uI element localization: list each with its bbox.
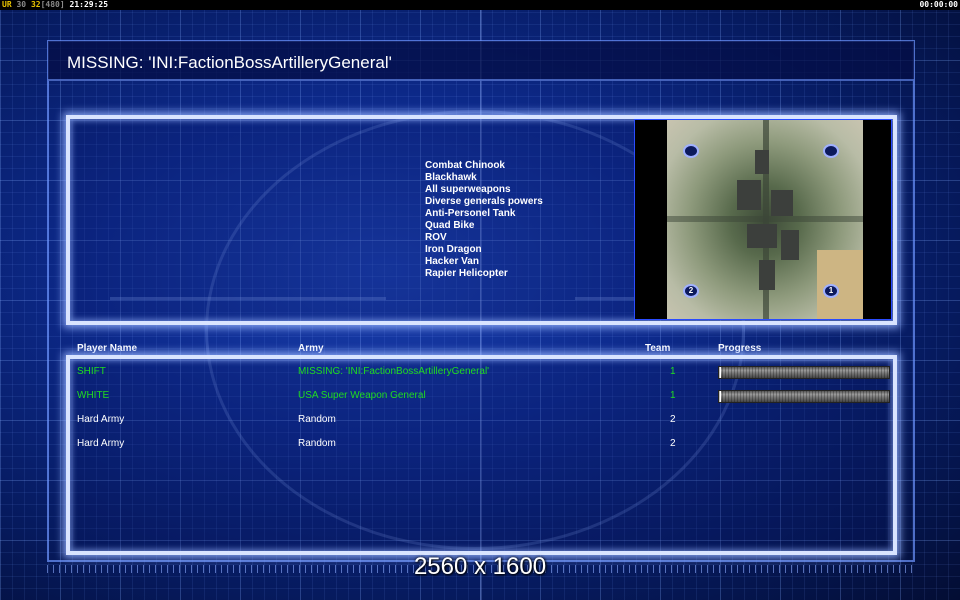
player-name: WHITE [77,390,110,401]
unit-item: ROV [425,232,447,243]
unit-item: Rapier Helicopter [425,268,508,279]
header-progress: Progress [718,343,762,354]
resolution-label: 2560 x 1600 [413,553,547,580]
table-row: WHITE USA Super Weapon General 1 [0,390,960,404]
map-building [759,260,775,290]
player-army: Random [298,438,336,449]
player-team: 1 [670,366,676,377]
unit-item: Iron Dragon [425,244,482,255]
player-army: USA Super Weapon General [298,390,426,401]
map-sand [817,250,863,319]
map-building [747,224,777,248]
status-bar: UR 30 32[480] 21:29:25 00:00:00 [0,0,960,10]
unit-item: Blackhawk [425,172,477,183]
status-bar-left: UR 30 32[480] 21:29:25 [2,0,108,10]
map-building [781,230,799,260]
player-table-panel [66,355,897,555]
player-name: Hard Army [77,438,125,449]
player-army: MISSING: 'INI:FactionBossArtilleryGenera… [298,366,490,377]
unit-item: Diverse generals powers [425,196,543,207]
map-building [771,190,793,216]
unit-item: Hacker Van [425,256,479,267]
table-row: SHIFT MISSING: 'INI:FactionBossArtillery… [0,366,960,380]
page-title: MISSING: 'INI:FactionBossArtilleryGenera… [67,53,392,72]
map-building [755,150,769,174]
stat-2: 32 [30,0,41,9]
clock: 21:29:25 [69,0,109,9]
map-road [667,216,863,222]
progress-bar [718,366,890,379]
progress-fill [719,367,721,378]
header-team: Team [645,343,671,354]
table-row: Hard Army Random 2 [0,414,960,428]
spawn-marker[interactable] [683,144,699,158]
spawn-marker[interactable] [823,144,839,158]
spawn-marker-1[interactable]: 1 [823,284,839,298]
unit-item: Quad Bike [425,220,475,231]
unit-item: Combat Chinook [425,160,505,171]
player-team: 2 [670,438,676,449]
table-row: Hard Army Random 2 [0,438,960,452]
unit-item: All superweapons [425,184,511,195]
spawn-marker-2[interactable]: 2 [683,284,699,298]
unit-list: Combat Chinook Blackhawk All superweapon… [425,160,543,280]
ur-label: UR [2,0,12,9]
player-army: Random [298,414,336,425]
player-team: 1 [670,390,676,401]
player-team: 2 [670,414,676,425]
stat-3: [480] [40,0,65,9]
stat-1: 30 [16,0,27,9]
map-building [737,180,761,210]
header-army: Army [298,343,324,354]
game-timer: 00:00:00 [919,0,958,9]
progress-fill [719,391,721,402]
unit-item: Anti-Personel Tank [425,208,516,219]
header-player-name: Player Name [77,343,138,354]
progress-bar [718,390,890,403]
player-name: Hard Army [77,414,125,425]
player-name: SHIFT [77,366,106,377]
map-preview: 2 1 [634,119,892,320]
